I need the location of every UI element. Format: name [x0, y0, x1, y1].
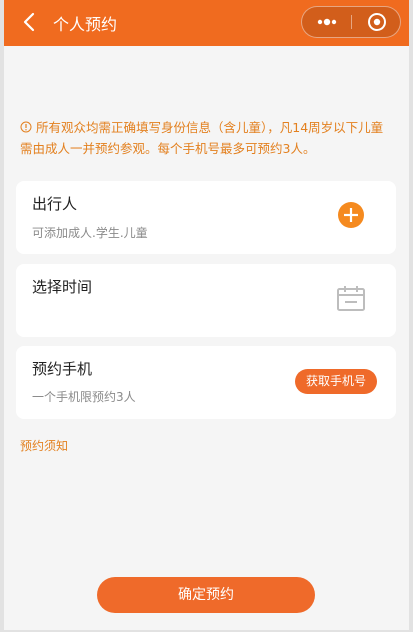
notice-text: 所有观众均需正确填写身份信息（含儿童），凡14周岁以下儿童需由成人一并预约参观。…: [20, 120, 384, 156]
phone-card: 预约手机 一个手机限预约3人 获取手机号: [16, 346, 396, 419]
booking-notice: 所有观众均需正确填写身份信息（含儿童），凡14周岁以下儿童需由成人一并预约参观。…: [20, 117, 395, 159]
navigation-bar: 个人预约: [4, 0, 409, 46]
traveler-title: 出行人: [32, 195, 78, 213]
page-title: 个人预约: [53, 15, 118, 34]
info-circle-icon: [20, 121, 32, 133]
phone-title: 预约手机: [32, 360, 93, 378]
mini-program-capsule: [301, 6, 401, 38]
time-card[interactable]: 选择时间: [16, 264, 396, 337]
chevron-left-icon[interactable]: [18, 10, 42, 34]
traveler-card[interactable]: 出行人 可添加成人.学生.儿童: [16, 181, 396, 254]
traveler-subtitle: 可添加成人.学生.儿童: [32, 226, 148, 240]
get-phone-number-button[interactable]: 获取手机号: [295, 369, 377, 394]
time-title: 选择时间: [32, 278, 93, 296]
plus-circle-icon[interactable]: [337, 201, 365, 229]
more-dots-icon[interactable]: [302, 7, 351, 37]
target-circle-icon[interactable]: [352, 7, 401, 37]
calendar-icon[interactable]: [336, 284, 366, 312]
confirm-booking-button[interactable]: 确定预约: [97, 577, 315, 613]
booking-notes-link[interactable]: 预约须知: [20, 437, 68, 454]
phone-subtitle: 一个手机限预约3人: [32, 390, 136, 404]
